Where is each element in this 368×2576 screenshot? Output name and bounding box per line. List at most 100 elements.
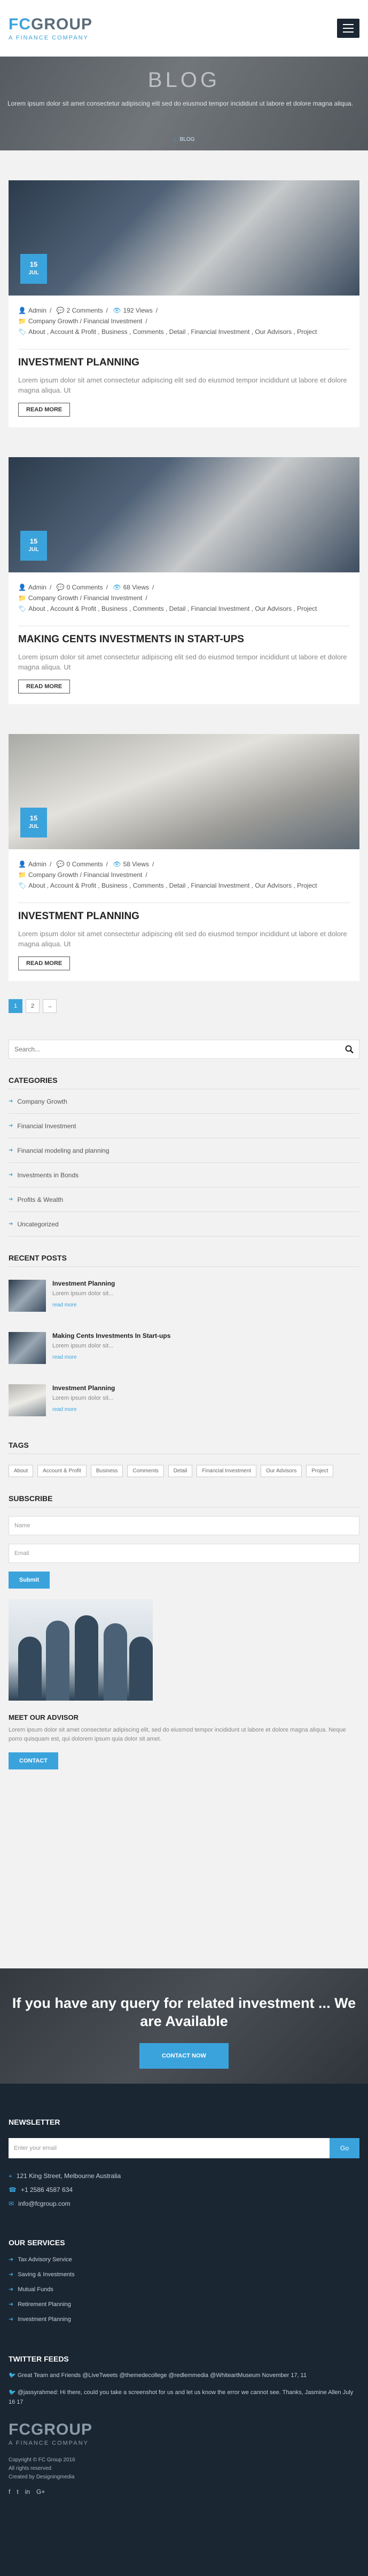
footer-logo-wordmark: FCGROUP	[9, 2421, 359, 2439]
facebook-icon[interactable]: f	[9, 2488, 10, 2495]
newsletter-go-button[interactable]: Go	[330, 2138, 359, 2158]
post-author[interactable]: Admin	[28, 584, 46, 591]
post-image[interactable]: 15 JUL	[9, 457, 359, 572]
comment-icon: 💬	[56, 860, 65, 868]
post-categories[interactable]: Company Growth / Financial Investment	[28, 317, 142, 325]
read-more-button[interactable]: READ MORE	[18, 403, 71, 417]
footer-logo[interactable]: FCGROUP A FINANCE COMPANY	[9, 2421, 359, 2446]
tag-item[interactable]: About	[9, 1465, 34, 1477]
arrow-right-icon: ➜	[9, 1172, 13, 1178]
post-comments[interactable]: 0 Comments	[67, 584, 103, 591]
post-comments[interactable]: 0 Comments	[67, 860, 103, 868]
recent-post-thumb[interactable]	[9, 1332, 46, 1364]
arrow-right-icon: ➜	[9, 2286, 14, 2293]
category-item[interactable]: ➜ Company Growth	[9, 1089, 359, 1114]
contact-button[interactable]: CONTACT	[9, 1752, 58, 1769]
post-categories[interactable]: Company Growth / Financial Investment	[28, 871, 142, 879]
recent-post-read-more[interactable]: read more	[52, 1302, 115, 1308]
date-day: 15	[29, 537, 38, 545]
site-header: FCGROUP A FINANCE COMPANY	[0, 0, 368, 57]
mail-icon: ✉	[9, 2200, 14, 2207]
recent-post-read-more[interactable]: read more	[52, 1407, 115, 1413]
post-categories[interactable]: Company Growth / Financial Investment	[28, 594, 142, 602]
category-item[interactable]: ➜ Investments in Bonds	[9, 1163, 359, 1187]
service-item[interactable]: ➜ Retirement Planning	[9, 2297, 359, 2312]
blog-post: 15 JUL 👤 Admin / 💬 0 Comments / 👁 68 Views / 📁 C…	[9, 457, 359, 704]
recent-post-title[interactable]: Making Cents Investments In Start-ups	[52, 1332, 170, 1339]
categories-title: CATEGORIES	[9, 1076, 359, 1089]
recent-post-thumb[interactable]	[9, 1280, 46, 1312]
hamburger-menu-icon[interactable]	[337, 19, 359, 38]
recent-post-excerpt: Lorem ipsum dolor sit...	[52, 1343, 114, 1349]
category-item[interactable]: ➜ Uncategorized	[9, 1212, 359, 1237]
post-comments[interactable]: 2 Comments	[67, 307, 103, 314]
address-text: 121 King Street, Melbourne Australia	[16, 2172, 121, 2180]
meta-sep: /	[49, 860, 52, 868]
tag-item[interactable]: Business	[90, 1465, 123, 1477]
post-title[interactable]: MAKING CENTS INVESTMENTS IN START-UPS	[18, 626, 350, 645]
service-item[interactable]: ➜ Tax Advisory Service	[9, 2252, 359, 2267]
tag-item[interactable]: Detail	[168, 1465, 193, 1477]
email-text[interactable]: info@fcgroup.com	[18, 2200, 71, 2207]
category-item[interactable]: ➜ Profits & Wealth	[9, 1187, 359, 1212]
tag-icon: 🏷	[18, 605, 27, 612]
recent-post-title[interactable]: Investment Planning	[52, 1280, 115, 1287]
recent-post-title[interactable]: Investment Planning	[52, 1384, 115, 1392]
post-image[interactable]: 15 JUL	[9, 180, 359, 296]
tag-item[interactable]: Account & Profit	[37, 1465, 87, 1477]
search-box	[9, 1040, 359, 1059]
read-more-button[interactable]: READ MORE	[18, 680, 71, 693]
page-1-button[interactable]: 1	[9, 999, 22, 1013]
post-author[interactable]: Admin	[28, 307, 46, 314]
post-tags[interactable]: About , Account & Profit , Business , Co…	[28, 328, 317, 336]
category-item[interactable]: ➜ Financial Investment	[9, 1114, 359, 1138]
blog-post: 15 JUL 👤 Admin / 💬 0 Comments / 👁 58 Views / 📁 C…	[9, 734, 359, 981]
search-icon[interactable]	[345, 1045, 354, 1054]
twitter-icon[interactable]: t	[17, 2488, 18, 2495]
submit-button[interactable]: Submit	[9, 1572, 50, 1589]
advisor-figure	[104, 1623, 127, 1701]
service-label: Investment Planning	[18, 2316, 71, 2323]
tag-item[interactable]: Comments	[127, 1465, 164, 1477]
recent-post-read-more[interactable]: read more	[52, 1354, 170, 1360]
post-title[interactable]: INVESTMENT PLANNING	[18, 349, 350, 369]
search-input[interactable]	[14, 1046, 314, 1053]
google-plus-icon[interactable]: G+	[36, 2488, 45, 2495]
tweet-text[interactable]: @jassyrahmed: Hi there, could you take a…	[9, 2389, 353, 2405]
post-image[interactable]: 15 JUL	[9, 734, 359, 849]
post-author[interactable]: Admin	[28, 860, 46, 868]
service-item[interactable]: ➜ Saving & Investments	[9, 2267, 359, 2282]
post-tags[interactable]: About , Account & Profit , Business , Co…	[28, 882, 317, 889]
tweet: 🐦 Great Team and Friends @LiveTweets @th…	[9, 2371, 359, 2380]
post-title[interactable]: INVESTMENT PLANNING	[18, 903, 350, 922]
service-item[interactable]: ➜ Mutual Funds	[9, 2282, 359, 2297]
site-logo[interactable]: FCGROUP A FINANCE COMPANY	[9, 15, 92, 41]
date-badge: 15 JUL	[20, 531, 47, 561]
newsletter-email-input[interactable]: Enter your email	[9, 2138, 330, 2158]
credit-line[interactable]: Created by Designingmedia	[9, 2473, 359, 2482]
tag-item[interactable]: Our Advisors	[261, 1465, 302, 1477]
name-field[interactable]: Name	[9, 1516, 359, 1535]
next-page-button[interactable]: →	[43, 999, 57, 1013]
arrow-right-icon: ➜	[9, 2301, 14, 2308]
page-2-button[interactable]: 2	[26, 999, 40, 1013]
page-banner: BLOG Lorem ipsum dolor sit amet consecte…	[0, 57, 368, 150]
tag-item[interactable]: Project	[306, 1465, 334, 1477]
linkedin-icon[interactable]: in	[25, 2488, 30, 2495]
post-meta: 👤 Admin / 💬 2 Comments / 👁 192 Views / 📁 Compan…	[18, 305, 350, 337]
category-item[interactable]: ➜ Financial modeling and planning	[9, 1138, 359, 1163]
arrow-right-icon: ➜	[9, 1098, 13, 1104]
service-item[interactable]: ➜ Investment Planning	[9, 2312, 359, 2327]
date-month: JUL	[28, 824, 39, 830]
meta-sep: /	[145, 594, 147, 602]
read-more-button[interactable]: READ MORE	[18, 956, 71, 970]
email-field[interactable]: Email	[9, 1544, 359, 1563]
tweet-text[interactable]: Great Team and Friends @LiveTweets @them…	[18, 2372, 307, 2379]
recent-post-thumb[interactable]	[9, 1384, 46, 1416]
post-body: 👤 Admin / 💬 0 Comments / 👁 68 Views / 📁 Company…	[9, 572, 359, 704]
post-tags[interactable]: About , Account & Profit , Business , Co…	[28, 605, 317, 612]
contact-now-button[interactable]: CONTACT NOW	[139, 2043, 229, 2069]
tag-item[interactable]: Financial Investment	[197, 1465, 257, 1477]
home-icon[interactable]: ⌂	[174, 137, 177, 142]
